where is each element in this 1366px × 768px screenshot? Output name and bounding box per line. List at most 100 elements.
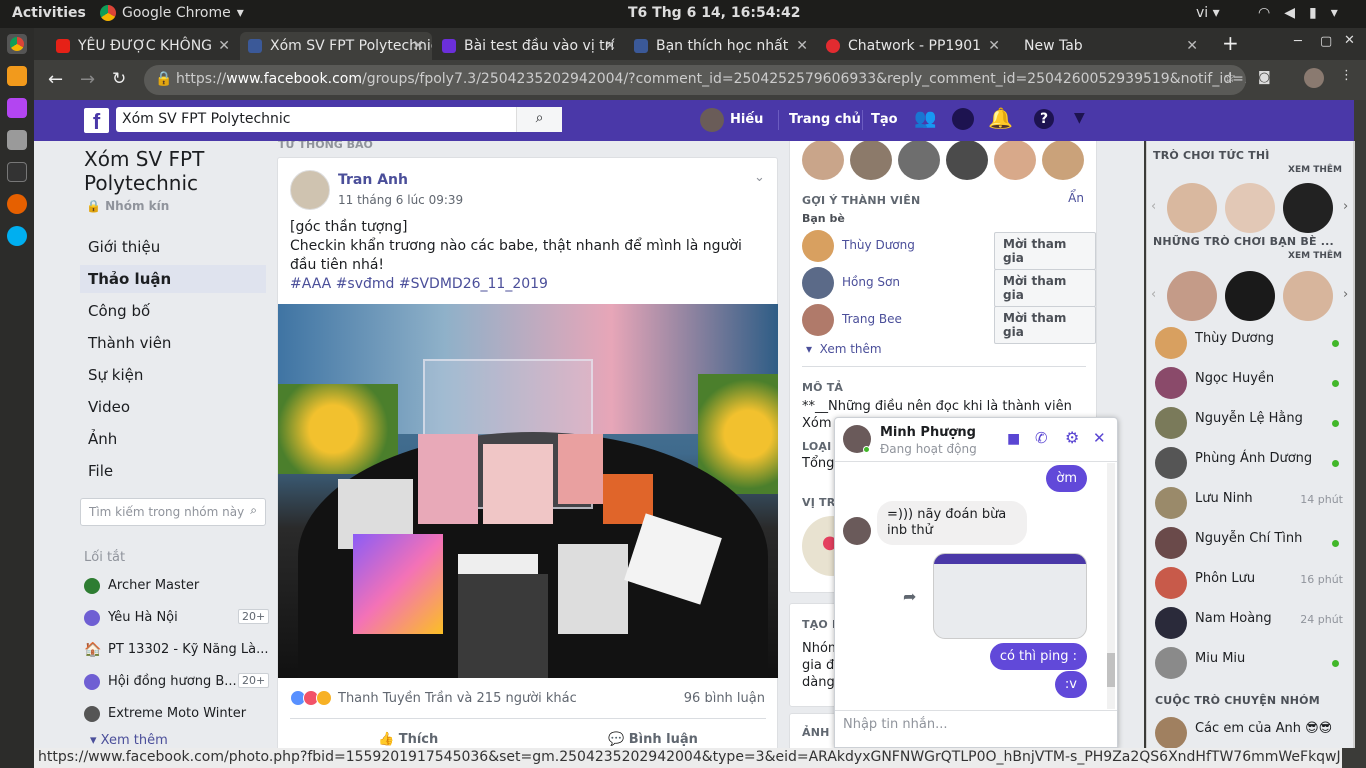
contact-row[interactable]: Miu Miu [1155,643,1347,683]
nav-photos[interactable]: Ảnh [80,425,266,453]
member-avatar[interactable] [946,141,988,180]
chevron-right-icon[interactable]: › [1343,287,1348,302]
comment-button[interactable]: 💬 Bình luận [608,732,698,747]
search-input[interactable]: Xóm SV FPT Polytechnic ⌕ [116,107,562,132]
close-icon[interactable]: ✕ [988,38,1000,54]
message-input[interactable]: Nhập tin nhắn... [835,710,1117,748]
reactions-summary[interactable]: Thanh Tuyền Trần và 215 người khác [290,690,577,706]
author-name[interactable]: Tran Anh [338,172,408,188]
system-tray[interactable]: ◠ ◀ ▮ ▾ [1258,5,1338,21]
contact-row[interactable]: Thùy Dương [1155,323,1347,363]
friend-game-thumbnail[interactable] [1167,271,1217,321]
profile-avatar[interactable] [1304,68,1324,88]
like-button[interactable]: 👍 Thích [378,732,438,747]
clock[interactable]: T6 Thg 6 14, 16:54:42 [628,5,801,21]
suggestion-name[interactable]: Trang Bee [842,312,902,326]
app-menu[interactable]: Google Chrome ▾ [100,5,244,21]
friend-games-see-more[interactable]: XEM THÊM [1288,251,1342,261]
tab-newtab[interactable]: New Tab ✕ [1016,32,1206,60]
activities-button[interactable]: Activities [12,5,86,21]
phpstorm-icon[interactable] [7,98,27,118]
friend-game-thumbnail[interactable] [1283,271,1333,321]
new-tab-button[interactable]: + [1222,31,1239,55]
chat-name[interactable]: Minh Phượng [880,425,976,440]
friend-requests-icon[interactable]: 👥 [914,108,936,129]
home-link[interactable]: Trang chủ [789,112,861,127]
maximize-button[interactable]: ▢ [1320,34,1332,49]
back-button[interactable]: ← [48,69,63,90]
skype-icon[interactable] [7,226,27,246]
shortcut-extreme-moto[interactable]: Extreme Moto Winter [84,705,264,725]
close-icon[interactable]: ✕ [412,38,424,54]
tab-facebook[interactable]: Xóm SV FPT Polytechnic ✕ [240,32,432,60]
suggestion-avatar[interactable] [802,267,834,299]
post-time[interactable]: 11 tháng 6 lúc 09:39 [338,193,463,207]
nav-announcements[interactable]: Công bố [80,297,266,325]
close-icon[interactable]: ✕ [218,38,230,54]
nav-files[interactable]: File [80,457,266,485]
contact-row[interactable]: Phùng Ánh Dương [1155,443,1347,483]
group-search-input[interactable]: Tìm kiếm trong nhóm này ⌕ [80,498,266,526]
help-icon[interactable]: ? [1034,109,1054,129]
shortcut-yeu-ha-noi[interactable]: Yêu Hà Nội 20+ [84,609,270,629]
address-bar[interactable]: 🔒 https://www.facebook.com/groups/fpoly7… [144,65,1246,95]
member-avatar[interactable] [802,141,844,180]
game-thumbnail[interactable] [1283,183,1333,233]
user-avatar[interactable] [700,108,724,132]
tab-survey[interactable]: Bạn thích học nhất ✕ [626,32,816,60]
minimize-button[interactable]: ─ [1294,34,1302,49]
suggestion-name[interactable]: Hồng Sơn [842,275,900,289]
menu-icon[interactable]: ⋮ [1340,68,1353,83]
suggestions-see-more[interactable]: ▾ Xem thêm [806,342,882,356]
contact-row[interactable]: Ngọc Huyền [1155,363,1347,403]
friend-game-thumbnail[interactable] [1225,271,1275,321]
post-options-chevron-icon[interactable]: ⌄ [754,170,765,185]
terminal-icon[interactable] [7,162,27,182]
firefox-icon[interactable] [7,194,27,214]
chevron-left-icon[interactable]: ‹ [1151,199,1156,214]
chrome-launcher-icon[interactable] [7,34,27,54]
camera-extension-icon[interactable]: ◙ [1258,70,1271,85]
nav-videos[interactable]: Video [80,393,266,421]
post-hashtags[interactable]: #AAA #svđmd #SVDMD26_11_2019 [290,275,770,294]
invite-button[interactable]: Mời tham gia [994,306,1096,344]
shortcut-pt13302[interactable]: 🏠 PT 13302 - Kỹ Năng Là... [84,641,269,661]
nav-events[interactable]: Sự kiện [80,361,266,389]
game-thumbnail[interactable] [1167,183,1217,233]
group-title[interactable]: Xóm SV FPT Polytechnic [84,147,254,195]
nav-members[interactable]: Thành viên [80,329,266,357]
contact-row[interactable]: Phôn Lưu 16 phút [1155,563,1347,603]
messenger-icon[interactable] [952,108,974,130]
phone-icon[interactable]: ✆ [1035,429,1048,447]
games-see-more[interactable]: XEM THÊM [1288,165,1342,175]
contact-row[interactable]: Nguyễn Lệ Hằng [1155,403,1347,443]
settings-gear-icon[interactable]: ⚙ [1065,428,1079,447]
close-icon[interactable]: ✕ [796,38,808,54]
search-button[interactable]: ⌕ [516,107,562,132]
author-avatar[interactable] [290,170,330,210]
notifications-bell-icon[interactable]: 🔔 [988,106,1013,130]
chat-header[interactable]: Minh Phượng Đang hoạt động ■ ✆ ⚙ ✕ [835,418,1117,462]
sublime-icon[interactable] [7,66,27,86]
profile-link[interactable]: Hiếu [730,112,763,127]
suggestion-name[interactable]: Thùy Dương [842,238,915,252]
create-link[interactable]: Tạo [871,112,898,127]
shortcut-hoi-dong-huong[interactable]: Hội đồng hương B... 20+ [84,673,270,693]
facebook-logo-icon[interactable]: f [84,108,109,134]
close-icon[interactable]: ✕ [604,38,616,54]
reload-button[interactable]: ↻ [112,69,126,89]
game-thumbnail[interactable] [1225,183,1275,233]
input-language[interactable]: vi ▾ [1196,5,1220,21]
member-avatar[interactable] [850,141,892,180]
comments-count[interactable]: 96 bình luận [684,691,765,706]
suggestion-avatar[interactable] [802,230,834,262]
window-close-button[interactable]: ✕ [1344,33,1355,48]
nav-discussion[interactable]: Thảo luận [80,265,266,293]
chevron-right-icon[interactable]: › [1343,199,1348,214]
shortcuts-see-more[interactable]: ▾ Xem thêm [90,733,168,748]
suggestion-avatar[interactable] [802,304,834,336]
contact-row[interactable]: Nam Hoàng 24 phút [1155,603,1347,643]
contact-row[interactable]: Nguyễn Chí Tình [1155,523,1347,563]
video-call-icon[interactable]: ■ [1007,431,1020,447]
member-avatar[interactable] [1042,141,1084,180]
